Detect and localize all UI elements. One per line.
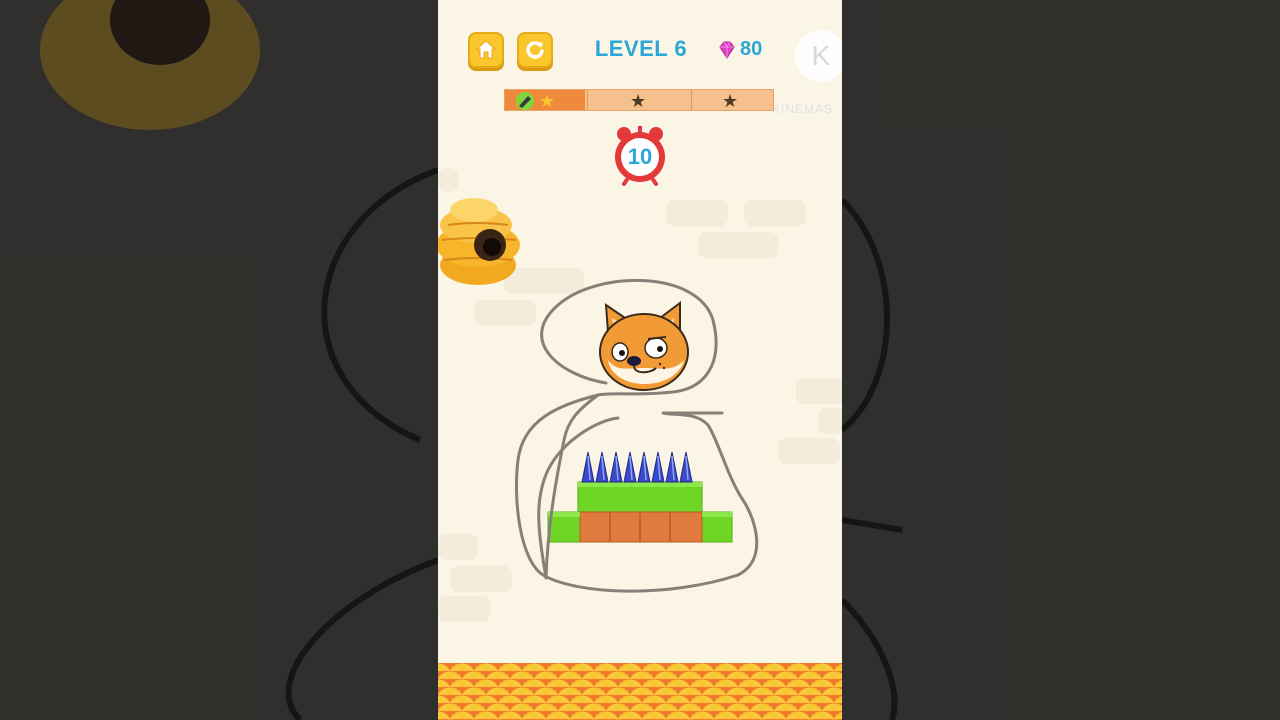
doge-character[interactable] [599,301,689,391]
left-background [0,0,438,720]
game-scene[interactable] [438,0,842,660]
beehive [438,198,520,285]
lava-floor [438,663,842,720]
grass-platform [547,481,733,543]
left-background-dim [0,0,438,720]
game-screen[interactable]: LEVEL 6 80 K KINEMAS ★ ★ ★ 10 [438,0,842,720]
right-background [842,0,1280,720]
spikes [581,451,693,483]
right-background-dim [842,0,1280,720]
